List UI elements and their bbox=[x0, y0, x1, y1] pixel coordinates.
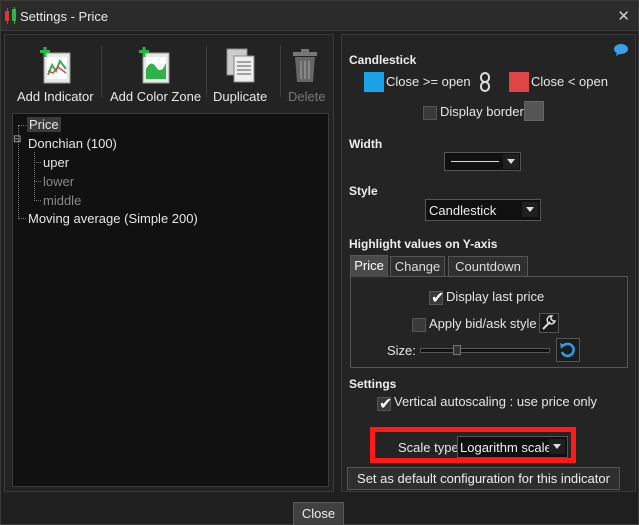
scale-type-value: Logarithm scale bbox=[460, 440, 552, 455]
duplicate-icon bbox=[226, 48, 255, 83]
duplicate-label: Duplicate bbox=[213, 89, 268, 104]
close-icon[interactable]: ✕ bbox=[617, 7, 630, 25]
tab-countdown[interactable]: Countdown bbox=[448, 256, 528, 277]
add-indicator-icon bbox=[40, 47, 71, 84]
display-border-label: Display border bbox=[440, 104, 524, 119]
width-title: Width bbox=[349, 137, 383, 151]
settings-window: Settings - Price ✕ Add Indicator Add Col… bbox=[0, 0, 639, 525]
display-border-checkbox[interactable] bbox=[423, 106, 437, 120]
apply-bid-ask-checkbox[interactable] bbox=[412, 318, 426, 332]
scale-type-dropdown[interactable]: Logarithm scale bbox=[457, 436, 568, 458]
chain-link-icon[interactable] bbox=[479, 72, 491, 92]
highlight-title: Highlight values on Y-axis bbox=[349, 237, 498, 251]
tree-connector bbox=[18, 125, 26, 126]
display-last-price-label: Display last price bbox=[446, 289, 545, 304]
properties-panel: Candlestick Close >= open Close < open D… bbox=[341, 34, 636, 492]
toolbar: Add Indicator Add Color Zone Duplicate D… bbox=[5, 35, 333, 109]
toolbar-divider bbox=[280, 45, 281, 97]
close-up-color-swatch[interactable] bbox=[364, 72, 384, 92]
size-slider-thumb[interactable] bbox=[452, 345, 461, 355]
close-button[interactable]: Close bbox=[293, 502, 344, 525]
style-dropdown[interactable]: Candlestick bbox=[425, 199, 541, 221]
candlestick-app-icon bbox=[3, 7, 19, 25]
tree-connector bbox=[34, 162, 41, 163]
toolbar-divider bbox=[101, 45, 102, 97]
tree-item-price[interactable]: Price bbox=[27, 117, 61, 132]
chevron-down-icon bbox=[503, 154, 519, 169]
toolbar-divider bbox=[206, 45, 207, 97]
checkmark-icon: ✔ bbox=[431, 290, 445, 307]
indicator-tree[interactable]: Price ⊟ Donchian (100) uper lower middle… bbox=[12, 113, 329, 487]
collapse-icon[interactable]: ⊟ bbox=[13, 135, 22, 145]
tab-price[interactable]: Price bbox=[350, 255, 388, 277]
width-dropdown[interactable] bbox=[444, 152, 521, 171]
close-up-label: Close >= open bbox=[386, 74, 471, 89]
scale-type-label: Scale type bbox=[398, 440, 459, 455]
title-bar: Settings - Price ✕ bbox=[1, 1, 638, 31]
chat-bubble-icon[interactable] bbox=[613, 43, 629, 57]
delete-label: Delete bbox=[288, 89, 326, 104]
chevron-down-icon bbox=[549, 439, 565, 454]
add-color-zone-icon bbox=[139, 47, 170, 84]
style-value: Candlestick bbox=[429, 203, 497, 218]
tree-item-lower[interactable]: lower bbox=[43, 174, 74, 189]
close-down-label: Close < open bbox=[531, 74, 608, 89]
tree-item-uper[interactable]: uper bbox=[43, 155, 69, 170]
window-title: Settings - Price bbox=[20, 9, 109, 24]
tab-change[interactable]: Change bbox=[390, 256, 445, 277]
size-label: Size: bbox=[387, 343, 416, 358]
tree-connector bbox=[34, 181, 41, 182]
vertical-autoscaling-label: Vertical autoscaling : use price only bbox=[394, 394, 598, 409]
border-color-swatch[interactable] bbox=[524, 101, 544, 121]
close-down-color-swatch[interactable] bbox=[509, 72, 529, 92]
display-last-price-checkbox[interactable]: ✔ bbox=[429, 290, 445, 307]
chevron-down-icon bbox=[522, 202, 538, 217]
tree-connector bbox=[18, 218, 26, 219]
set-default-button[interactable]: Set as default configuration for this in… bbox=[347, 467, 620, 490]
style-title: Style bbox=[349, 184, 378, 198]
checkmark-icon: ✔ bbox=[379, 396, 393, 413]
vertical-autoscaling-checkbox[interactable]: ✔ bbox=[377, 396, 393, 413]
tree-connector bbox=[34, 152, 35, 201]
candlestick-title: Candlestick bbox=[349, 53, 417, 67]
trash-icon bbox=[293, 49, 317, 82]
apply-bid-ask-label: Apply bid/ask style bbox=[429, 316, 537, 331]
add-color-zone-label: Add Color Zone bbox=[110, 89, 202, 104]
add-indicator-label: Add Indicator bbox=[17, 89, 94, 104]
reset-icon[interactable] bbox=[556, 338, 580, 362]
wrench-icon[interactable] bbox=[539, 313, 559, 333]
indicator-list-panel: Add Indicator Add Color Zone Duplicate D… bbox=[4, 34, 334, 492]
tree-item-middle[interactable]: middle bbox=[43, 193, 81, 208]
tree-item-donchian[interactable]: Donchian (100) bbox=[28, 136, 117, 151]
settings-title: Settings bbox=[349, 377, 397, 391]
line-width-preview bbox=[451, 161, 499, 162]
size-slider-track[interactable] bbox=[420, 348, 550, 353]
tree-item-moving-average[interactable]: Moving average (Simple 200) bbox=[28, 211, 198, 226]
tree-connector bbox=[34, 200, 41, 201]
